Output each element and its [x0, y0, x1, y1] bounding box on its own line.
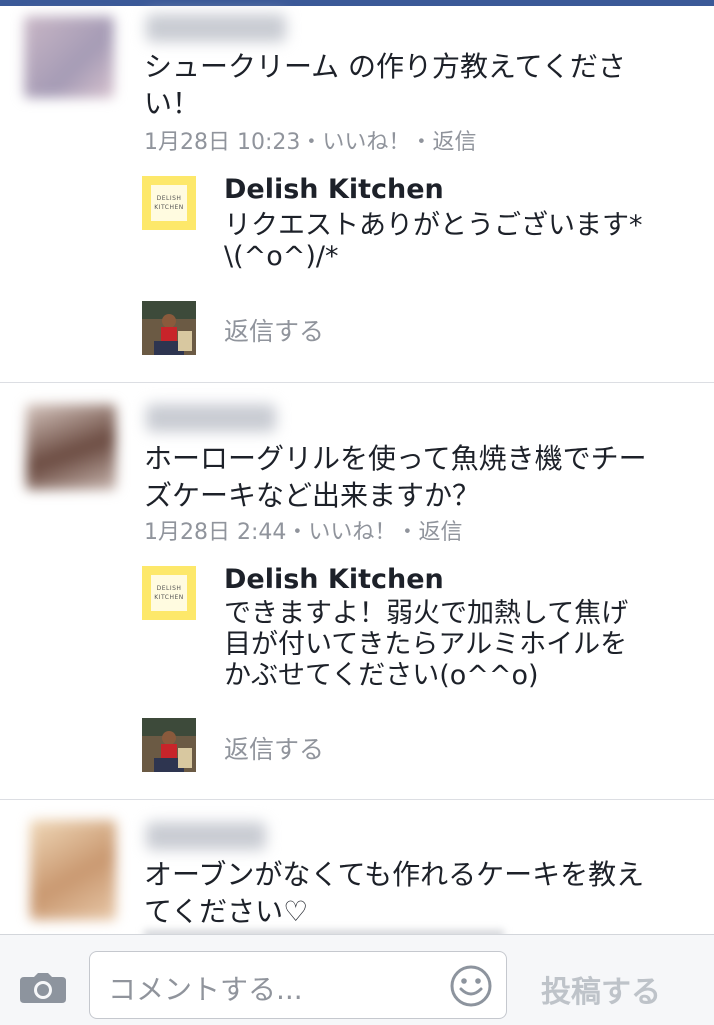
comment-text: ホーローグリルを使って魚焼き機でチー ズケーキなど出来ますか？	[144, 442, 647, 512]
page-name[interactable]: Delish Kitchen	[224, 174, 444, 205]
reply-prompt[interactable]: 返信する	[224, 312, 324, 348]
commenter-name-blurred[interactable]	[146, 822, 266, 850]
meta-separator: ・	[396, 520, 419, 545]
comment-meta: 1月28日 10:23・いいね！・返信	[144, 124, 476, 156]
meta-separator: ・	[410, 130, 433, 155]
commenter-avatar[interactable]	[24, 16, 114, 98]
logo-line-2: KITCHEN	[154, 204, 184, 211]
comment-time: 1月28日 10:23	[144, 130, 301, 155]
comment-time: 1月28日 2:44	[144, 520, 287, 545]
delish-kitchen-logo[interactable]: DELISH KITCHEN	[142, 176, 196, 230]
page-reply-text: リクエストありがとうございます* \(^o^)/*	[224, 210, 643, 272]
page-reply-text: できますよ！弱火で加熱して焦げ 目が付いてきたらアルミホイルを かぶせてください…	[224, 598, 629, 691]
commenter-avatar[interactable]	[30, 820, 116, 920]
commenter-name-blurred[interactable]	[146, 14, 286, 42]
like-link[interactable]: いいね！	[322, 130, 410, 155]
logo-inner: DELISH KITCHEN	[151, 575, 187, 611]
comment-text: シュークリーム の作り方教えてくださ い！	[144, 50, 626, 120]
meta-separator: ・	[300, 130, 323, 155]
comment-composer-bar: コメントする... 投稿する	[0, 934, 714, 1025]
comment-input[interactable]: コメントする...	[89, 951, 507, 1019]
comment-input-placeholder: コメントする...	[108, 973, 303, 1006]
logo-inner: DELISH KITCHEN	[151, 185, 187, 221]
delish-kitchen-logo[interactable]: DELISH KITCHEN	[142, 566, 196, 620]
smiley-icon[interactable]	[450, 965, 492, 1007]
logo-line-1: DELISH	[156, 585, 182, 592]
current-user-avatar	[142, 301, 196, 355]
meta-separator: ・	[286, 520, 309, 545]
like-link[interactable]: いいね！	[308, 520, 396, 545]
thread-divider	[0, 799, 714, 800]
post-button[interactable]: 投稿する	[541, 967, 661, 1011]
logo-line-1: DELISH	[156, 195, 182, 202]
comment-text: オーブンがなくても作れるケーキを教え てください♡	[144, 858, 645, 928]
logo-line-2: KITCHEN	[154, 594, 184, 601]
reply-link[interactable]: 返信	[418, 520, 462, 545]
top-accent-bar	[0, 0, 714, 6]
reply-prompt[interactable]: 返信する	[224, 730, 324, 766]
thread-divider	[0, 382, 714, 383]
current-user-avatar	[142, 718, 196, 772]
comment-meta: 1月28日 2:44・いいね！・返信	[144, 514, 462, 546]
commenter-name-blurred[interactable]	[146, 404, 276, 432]
reply-link[interactable]: 返信	[432, 130, 476, 155]
page-name[interactable]: Delish Kitchen	[224, 564, 444, 595]
commenter-avatar[interactable]	[26, 404, 116, 490]
camera-icon[interactable]	[20, 973, 66, 1003]
